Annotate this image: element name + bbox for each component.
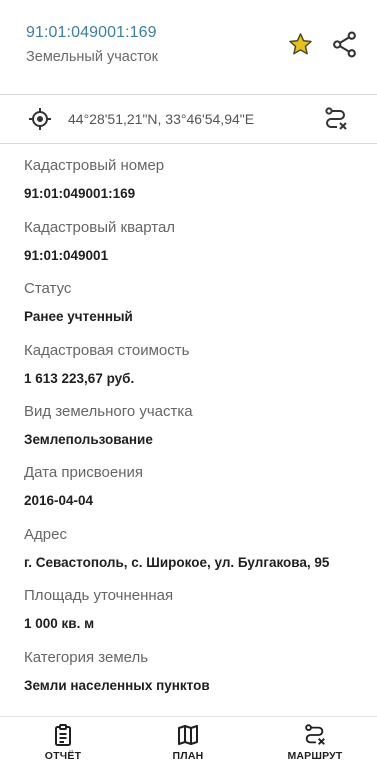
detail-value: Земли населенных пунктов (24, 678, 210, 693)
detail-label: Кадастровый номер (24, 157, 165, 174)
route-clear-button[interactable] (323, 106, 349, 132)
nav-report[interactable]: ОТЧЁТ (18, 717, 108, 767)
coordinates-bar: 44°28'51,21"N, 33°46'54,94"E (0, 94, 377, 144)
detail-parcel-type: Вид земельного участка Землепользование (24, 403, 364, 449)
detail-assignment-date: Дата присвоения 2016-04-04 (24, 464, 364, 510)
detail-value: 1 613 223,67 руб. (24, 371, 135, 386)
cadastral-number-title: 91:01:049001:169 (26, 24, 157, 41)
parcel-info-screen: 91:01:049001:169 Земельный участок 44°28… (0, 0, 377, 767)
detail-value: 91:01:049001 (24, 248, 109, 263)
detail-label: Дата присвоения (24, 464, 143, 481)
detail-value: 91:01:049001:169 (24, 186, 136, 201)
detail-value: 2016-04-04 (24, 493, 94, 508)
detail-label: Вид земельного участка (24, 403, 193, 420)
clipboard-icon (55, 724, 71, 746)
gps-target-icon[interactable] (28, 107, 52, 131)
detail-label: Статус (24, 280, 72, 297)
detail-cadastral-value: Кадастровая стоимость 1 613 223,67 руб. (24, 342, 364, 388)
share-icon (333, 31, 356, 58)
detail-label: Кадастровая стоимость (24, 342, 190, 359)
nav-route-label: МАРШРУТ (287, 750, 343, 762)
route-clear-icon (325, 107, 347, 130)
detail-cadastral-quarter: Кадастровый квартал 91:01:049001 (24, 219, 364, 265)
favorite-button[interactable] (287, 31, 314, 58)
header: 91:01:049001:169 Земельный участок (0, 0, 377, 86)
share-button[interactable] (332, 31, 357, 58)
nav-route[interactable]: МАРШРУТ (270, 717, 360, 767)
detail-label: Категория земель (24, 649, 149, 666)
map-icon (178, 725, 198, 745)
detail-value: Землепользование (24, 432, 153, 447)
coordinates-text[interactable]: 44°28'51,21"N, 33°46'54,94"E (68, 111, 254, 127)
detail-address: Адрес г. Севастополь, с. Широкое, ул. Бу… (24, 526, 364, 572)
detail-area: Площадь уточненная 1 000 кв. м (24, 587, 364, 633)
object-type-subtitle: Земельный участок (26, 49, 158, 65)
detail-label: Кадастровый квартал (24, 219, 176, 236)
detail-value: Ранее учтенный (24, 309, 133, 324)
route-icon (305, 724, 325, 745)
star-icon (289, 33, 312, 55)
nav-plan-label: ПЛАН (172, 750, 204, 762)
detail-label: Площадь уточненная (24, 587, 174, 604)
nav-plan[interactable]: ПЛАН (143, 717, 233, 767)
detail-land-category: Категория земель Земли населенных пункто… (24, 649, 364, 695)
bottom-nav: ОТЧЁТ ПЛАН МАРШРУТ (0, 716, 377, 767)
nav-report-label: ОТЧЁТ (44, 750, 82, 762)
detail-label: Адрес (24, 526, 67, 543)
detail-cadastral-number: Кадастровый номер 91:01:049001:169 (24, 157, 364, 203)
detail-value: г. Севастополь, с. Широкое, ул. Булгаков… (24, 555, 330, 570)
detail-value: 1 000 кв. м (24, 616, 95, 631)
detail-status: Статус Ранее учтенный (24, 280, 364, 326)
